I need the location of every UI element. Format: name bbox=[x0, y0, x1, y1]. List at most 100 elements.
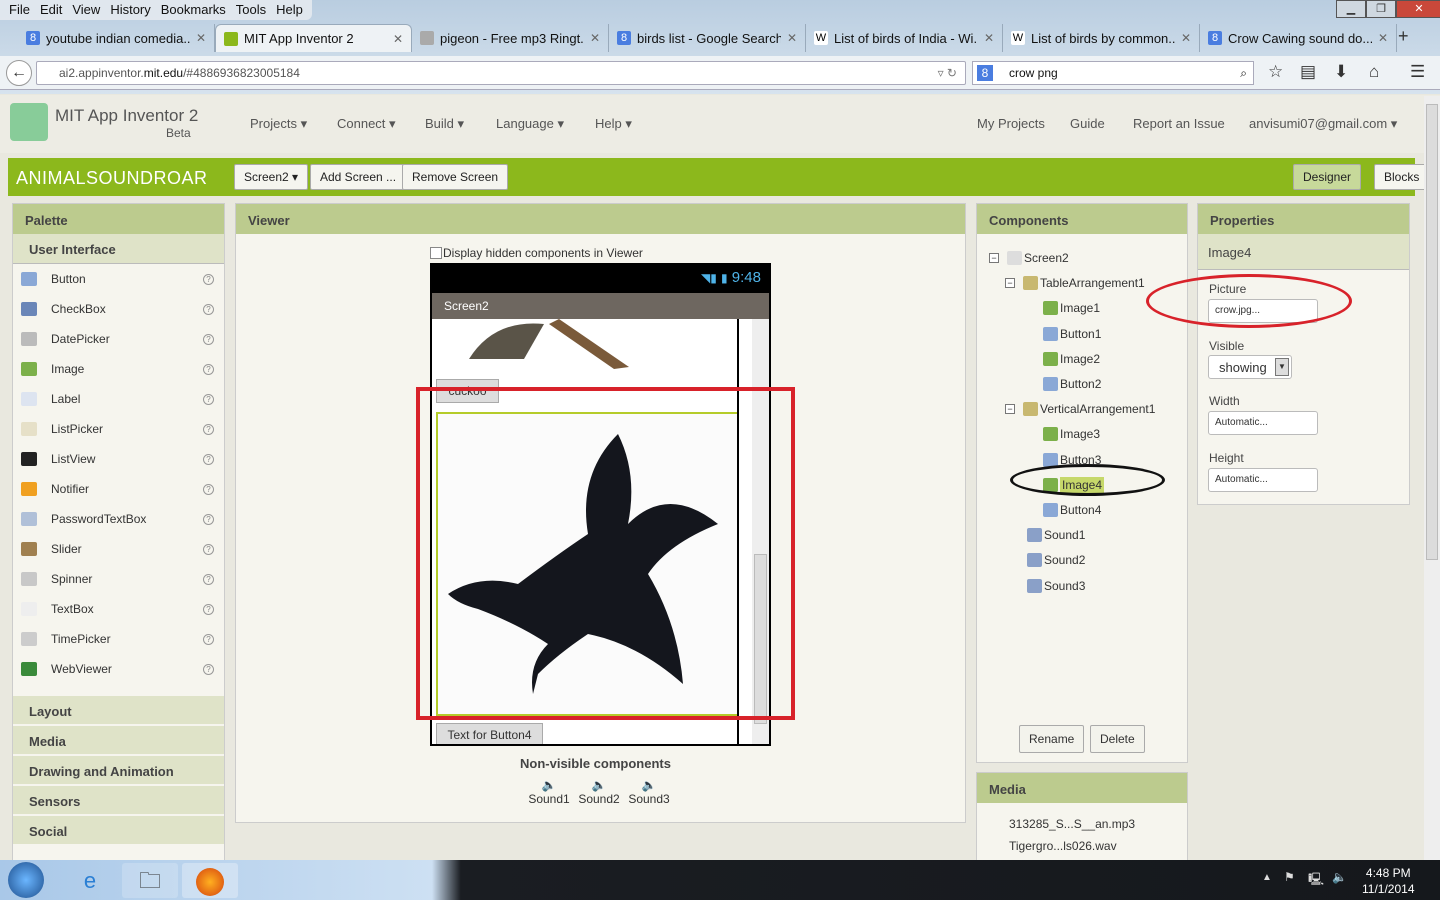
close-tab-icon[interactable]: ✕ bbox=[984, 31, 994, 45]
menu-history[interactable]: History bbox=[105, 2, 155, 18]
browser-tab[interactable]: 8 youtube indian comedia... ✕ bbox=[18, 24, 215, 52]
download-icon[interactable]: ⬇ bbox=[1334, 62, 1348, 82]
close-tab-icon[interactable]: ✕ bbox=[590, 31, 600, 45]
media-file[interactable]: Tigergro...ls026.wav bbox=[1009, 835, 1187, 857]
screen-select[interactable]: Screen2 ▾ bbox=[234, 164, 309, 190]
tree-item-image2[interactable]: Image2 bbox=[1043, 349, 1100, 369]
my-projects-link[interactable]: My Projects bbox=[977, 116, 1045, 131]
tree-item-sound2[interactable]: Sound2 bbox=[1027, 550, 1085, 570]
palette-item-webviewer[interactable]: WebViewer? bbox=[13, 654, 224, 684]
palette-item-image[interactable]: Image? bbox=[13, 354, 224, 384]
close-tab-icon[interactable]: ✕ bbox=[393, 32, 403, 46]
menu-language[interactable]: Language ▾ bbox=[496, 116, 564, 132]
help-icon[interactable]: ? bbox=[203, 573, 214, 585]
menu-edit[interactable]: Edit bbox=[35, 2, 67, 18]
volume-icon[interactable]: 🔈 bbox=[1332, 870, 1347, 884]
palette-item-timepicker[interactable]: TimePicker? bbox=[13, 624, 224, 654]
menu-tools[interactable]: Tools bbox=[231, 2, 271, 18]
page-scrollbar[interactable] bbox=[1424, 96, 1440, 860]
help-icon[interactable]: ? bbox=[203, 393, 214, 405]
close-tab-icon[interactable]: ✕ bbox=[196, 31, 206, 45]
browser-tab[interactable]: W List of birds by common... ✕ bbox=[1003, 24, 1200, 52]
search-input[interactable]: 8 crow png ⌕ bbox=[972, 61, 1254, 85]
palette-category[interactable]: Sensors bbox=[13, 784, 224, 814]
restore-button[interactable]: ❐ bbox=[1366, 0, 1396, 18]
help-icon[interactable]: ? bbox=[203, 273, 214, 285]
remove-screen-button[interactable]: Remove Screen bbox=[402, 164, 509, 190]
palette-item-textbox[interactable]: TextBox? bbox=[13, 594, 224, 624]
button4-preview[interactable]: Text for Button4 bbox=[436, 723, 543, 744]
rename-button[interactable]: Rename bbox=[1019, 725, 1085, 753]
height-field[interactable]: Automatic... bbox=[1208, 468, 1318, 492]
account-menu[interactable]: anvisumi07@gmail.com ▾ bbox=[1249, 116, 1397, 132]
help-icon[interactable]: ? bbox=[203, 363, 214, 375]
help-icon[interactable]: ? bbox=[203, 603, 214, 615]
show-hidden-icons[interactable]: ▲ bbox=[1262, 872, 1272, 883]
tree-item-image3[interactable]: Image3 bbox=[1043, 424, 1100, 444]
tree-item-screen2[interactable]: − Screen2 bbox=[989, 248, 1069, 268]
page-scrollbar-thumb[interactable] bbox=[1426, 104, 1438, 560]
tree-item-verticalarrangement1[interactable]: − VerticalArrangement1 bbox=[1005, 399, 1155, 419]
menu-bookmarks[interactable]: Bookmarks bbox=[156, 2, 231, 18]
palette-item-label[interactable]: Label? bbox=[13, 384, 224, 414]
menu-connect[interactable]: Connect ▾ bbox=[337, 116, 396, 132]
help-icon[interactable]: ? bbox=[203, 453, 214, 465]
palette-category[interactable]: Media bbox=[13, 724, 224, 754]
collapse-toggle-icon[interactable]: − bbox=[1005, 404, 1015, 415]
help-icon[interactable]: ? bbox=[203, 483, 214, 495]
add-screen-button[interactable]: Add Screen ... bbox=[310, 164, 407, 190]
network-icon[interactable]: 🖳 bbox=[1308, 870, 1324, 891]
browser-tab[interactable]: pigeon - Free mp3 Ringt... ✕ bbox=[412, 24, 609, 52]
palette-item-button[interactable]: Button? bbox=[13, 264, 224, 294]
help-icon[interactable]: ? bbox=[203, 543, 214, 555]
menu-build[interactable]: Build ▾ bbox=[425, 116, 464, 132]
report-issue-link[interactable]: Report an Issue bbox=[1133, 116, 1225, 131]
blocks-button[interactable]: Blocks bbox=[1374, 164, 1430, 190]
app-inventor-logo[interactable] bbox=[10, 103, 48, 141]
internet-explorer-icon[interactable]: e bbox=[62, 863, 118, 898]
hamburger-menu-icon[interactable]: ☰ bbox=[1410, 62, 1425, 82]
width-field[interactable]: Automatic... bbox=[1208, 411, 1318, 435]
url-bar[interactable]: ai2.appinventor.mit.edu/#488693682300518… bbox=[36, 61, 966, 85]
palette-item-slider[interactable]: Slider? bbox=[13, 534, 224, 564]
display-hidden-checkbox[interactable]: Display hidden components in Viewer bbox=[430, 246, 643, 260]
tree-item-button1[interactable]: Button1 bbox=[1043, 324, 1101, 344]
reload-icon[interactable]: ▿ ↻ bbox=[938, 62, 957, 84]
nonvisible-sound3[interactable]: 🔈 Sound3 bbox=[628, 778, 670, 806]
tree-item-sound3[interactable]: Sound3 bbox=[1027, 576, 1085, 596]
tree-item-sound1[interactable]: Sound1 bbox=[1027, 525, 1085, 545]
delete-button[interactable]: Delete bbox=[1090, 725, 1145, 753]
designer-button[interactable]: Designer bbox=[1293, 164, 1362, 190]
browser-tab[interactable]: W List of birds of India - Wi... ✕ bbox=[806, 24, 1003, 52]
palette-category[interactable]: Drawing and Animation bbox=[13, 754, 224, 784]
dropdown-arrow-icon[interactable]: ▼ bbox=[1275, 358, 1289, 376]
palette-item-passwordtextbox[interactable]: PasswordTextBox? bbox=[13, 504, 224, 534]
start-button[interactable] bbox=[8, 862, 44, 898]
home-icon[interactable]: ⌂ bbox=[1369, 62, 1379, 82]
new-tab-button[interactable]: + bbox=[1398, 26, 1409, 47]
palette-item-datepicker[interactable]: DatePicker? bbox=[13, 324, 224, 354]
tree-item-button2[interactable]: Button2 bbox=[1043, 374, 1101, 394]
action-center-flag-icon[interactable]: ⚑ bbox=[1284, 870, 1295, 884]
menu-help-app[interactable]: Help ▾ bbox=[595, 116, 632, 132]
palette-item-listpicker[interactable]: ListPicker? bbox=[13, 414, 224, 444]
help-icon[interactable]: ? bbox=[203, 333, 214, 345]
help-icon[interactable]: ? bbox=[203, 633, 214, 645]
tree-item-button4[interactable]: Button4 bbox=[1043, 500, 1101, 520]
guide-link[interactable]: Guide bbox=[1070, 116, 1105, 131]
tree-item-tablearrangement1[interactable]: − TableArrangement1 bbox=[1005, 273, 1145, 293]
nonvisible-sound1[interactable]: 🔈 Sound1 bbox=[528, 778, 570, 806]
palette-item-notifier[interactable]: Notifier? bbox=[13, 474, 224, 504]
palette-category[interactable]: Social bbox=[13, 814, 224, 844]
close-tab-icon[interactable]: ✕ bbox=[1378, 31, 1388, 45]
browser-tab[interactable]: 8 birds list - Google Search ✕ bbox=[609, 24, 806, 52]
close-tab-icon[interactable]: ✕ bbox=[787, 31, 797, 45]
menu-projects[interactable]: Projects ▾ bbox=[250, 116, 307, 132]
close-window-button[interactable]: ✕ bbox=[1396, 0, 1440, 18]
back-button[interactable]: ← bbox=[6, 60, 32, 86]
palette-item-listview[interactable]: ListView? bbox=[13, 444, 224, 474]
minimize-button[interactable]: ▁ bbox=[1336, 0, 1366, 18]
collapse-toggle-icon[interactable]: − bbox=[1005, 278, 1015, 289]
browser-tab[interactable]: 8 Crow Cawing sound do... ✕ bbox=[1200, 24, 1397, 52]
checkbox-icon[interactable] bbox=[430, 247, 442, 259]
